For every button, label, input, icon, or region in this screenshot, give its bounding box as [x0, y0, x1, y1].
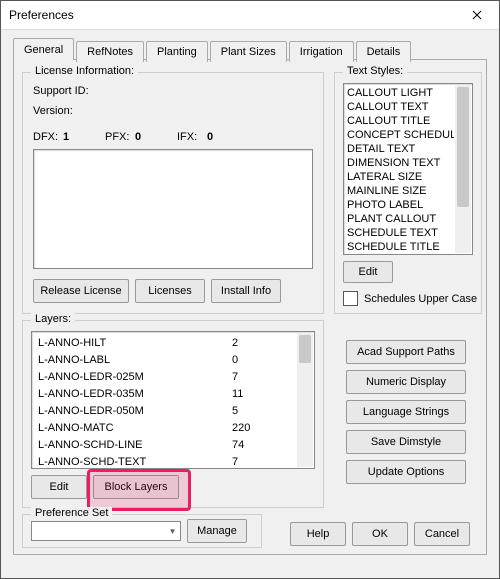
install-info-button[interactable]: Install Info: [211, 279, 281, 303]
table-row[interactable]: L-ANNO-MATC220: [38, 421, 272, 436]
list-item[interactable]: CALLOUT TITLE: [347, 114, 454, 128]
text-styles-items: CALLOUT LIGHT CALLOUT TEXT CALLOUT TITLE…: [347, 86, 454, 252]
tab-details[interactable]: Details: [356, 41, 412, 62]
list-item[interactable]: CONCEPT SCHEDULE TE: [347, 128, 454, 142]
window-title: Preferences: [9, 8, 74, 22]
update-options-button[interactable]: Update Options: [346, 460, 466, 484]
client-area: General RefNotes Planting Plant Sizes Ir…: [1, 29, 499, 578]
close-button[interactable]: [455, 1, 499, 29]
group-text-styles-legend: Text Styles:: [343, 65, 407, 77]
numeric-display-button[interactable]: Numeric Display: [346, 370, 466, 394]
table-row[interactable]: L-ANNO-LEDR-035M11: [38, 387, 272, 402]
scrollbar-thumb[interactable]: [299, 335, 311, 363]
group-license: License Information: Support ID: Version…: [22, 72, 324, 314]
layers-listbox[interactable]: L-ANNO-HILT2 L-ANNO-LABL0 L-ANNO-LEDR-02…: [31, 331, 315, 469]
tab-strip: General RefNotes Planting Plant Sizes Ir…: [13, 39, 487, 60]
dfx-label: DFX:: [33, 131, 58, 143]
ifx-label: IFX:: [177, 131, 197, 143]
tab-refnotes[interactable]: RefNotes: [76, 41, 144, 62]
manage-button[interactable]: Manage: [187, 519, 247, 543]
layers-edit-button[interactable]: Edit: [31, 475, 87, 499]
group-preference-set-legend: Preference Set: [31, 507, 112, 519]
table-row[interactable]: L-ANNO-SCHD-LINE74: [38, 438, 272, 453]
tab-panel: License Information: Support ID: Version…: [13, 59, 487, 555]
tab-planting[interactable]: Planting: [146, 41, 208, 62]
ifx-value: 0: [207, 131, 213, 143]
list-item[interactable]: DIMENSION TEXT: [347, 156, 454, 170]
group-layers: Layers: L-ANNO-HILT2 L-ANNO-LABL0 L-ANNO…: [22, 320, 324, 508]
layers-items: L-ANNO-HILT2 L-ANNO-LABL0 L-ANNO-LEDR-02…: [32, 334, 296, 466]
table-row[interactable]: L-ANNO-LEDR-025M7: [38, 370, 272, 385]
checkbox-box-icon: [343, 291, 358, 306]
list-item[interactable]: SCHEDULE TITLE: [347, 240, 454, 254]
scrollbar[interactable]: [297, 333, 313, 467]
group-preference-set: Preference Set ▾ Manage: [22, 514, 262, 548]
list-item[interactable]: MAINLINE SIZE: [347, 184, 454, 198]
list-item[interactable]: CALLOUT LIGHT: [347, 86, 454, 100]
preferences-window: Preferences General RefNotes Planting Pl…: [0, 0, 500, 579]
group-license-legend: License Information:: [31, 65, 138, 77]
acad-support-paths-button[interactable]: Acad Support Paths: [346, 340, 466, 364]
list-item[interactable]: LATERAL SIZE: [347, 170, 454, 184]
tab-irrigation[interactable]: Irrigation: [289, 41, 354, 62]
tab-plant-sizes[interactable]: Plant Sizes: [210, 41, 287, 62]
list-item[interactable]: CALLOUT TEXT: [347, 100, 454, 114]
tab-general[interactable]: General: [13, 38, 74, 60]
close-icon: [472, 10, 482, 20]
pfx-value: 0: [135, 131, 141, 143]
table-row[interactable]: L-ANNO-LEDR-050M5: [38, 404, 272, 419]
table-row[interactable]: L-ANNO-LABL0: [38, 353, 272, 368]
titlebar: Preferences: [1, 1, 499, 30]
group-text-styles: Text Styles: CALLOUT LIGHT CALLOUT TEXT …: [334, 72, 482, 314]
text-styles-listbox[interactable]: CALLOUT LIGHT CALLOUT TEXT CALLOUT TITLE…: [343, 83, 473, 255]
license-textarea[interactable]: [33, 149, 313, 269]
save-dimstyle-button[interactable]: Save Dimstyle: [346, 430, 466, 454]
table-row[interactable]: L-ANNO-SCHD-TEXT7: [38, 455, 272, 469]
text-styles-edit-button[interactable]: Edit: [343, 261, 393, 283]
cancel-button[interactable]: Cancel: [414, 522, 470, 546]
ok-button[interactable]: OK: [352, 522, 408, 546]
block-layers-button[interactable]: Block Layers: [93, 475, 179, 499]
release-license-button[interactable]: Release License: [33, 279, 129, 303]
table-row[interactable]: L-ANNO-HILT2: [38, 336, 272, 351]
dfx-value: 1: [63, 131, 69, 143]
preference-set-combo[interactable]: ▾: [31, 521, 181, 541]
help-button[interactable]: Help: [290, 522, 346, 546]
schedules-upper-case-checkbox[interactable]: Schedules Upper Case: [343, 291, 477, 306]
chevron-down-icon: ▾: [165, 526, 180, 537]
version-label: Version:: [33, 105, 73, 117]
scrollbar[interactable]: [455, 85, 471, 253]
support-id-label: Support ID:: [33, 85, 89, 97]
scrollbar-thumb[interactable]: [457, 87, 469, 207]
pfx-label: PFX:: [105, 131, 129, 143]
list-item[interactable]: SCHEDULE TEXT: [347, 226, 454, 240]
licenses-button[interactable]: Licenses: [135, 279, 205, 303]
checkbox-label: Schedules Upper Case: [364, 293, 477, 305]
group-layers-legend: Layers:: [31, 313, 75, 325]
list-item[interactable]: DETAIL TEXT: [347, 142, 454, 156]
list-item[interactable]: PLANT CALLOUT: [347, 212, 454, 226]
list-item[interactable]: PHOTO LABEL: [347, 198, 454, 212]
language-strings-button[interactable]: Language Strings: [346, 400, 466, 424]
